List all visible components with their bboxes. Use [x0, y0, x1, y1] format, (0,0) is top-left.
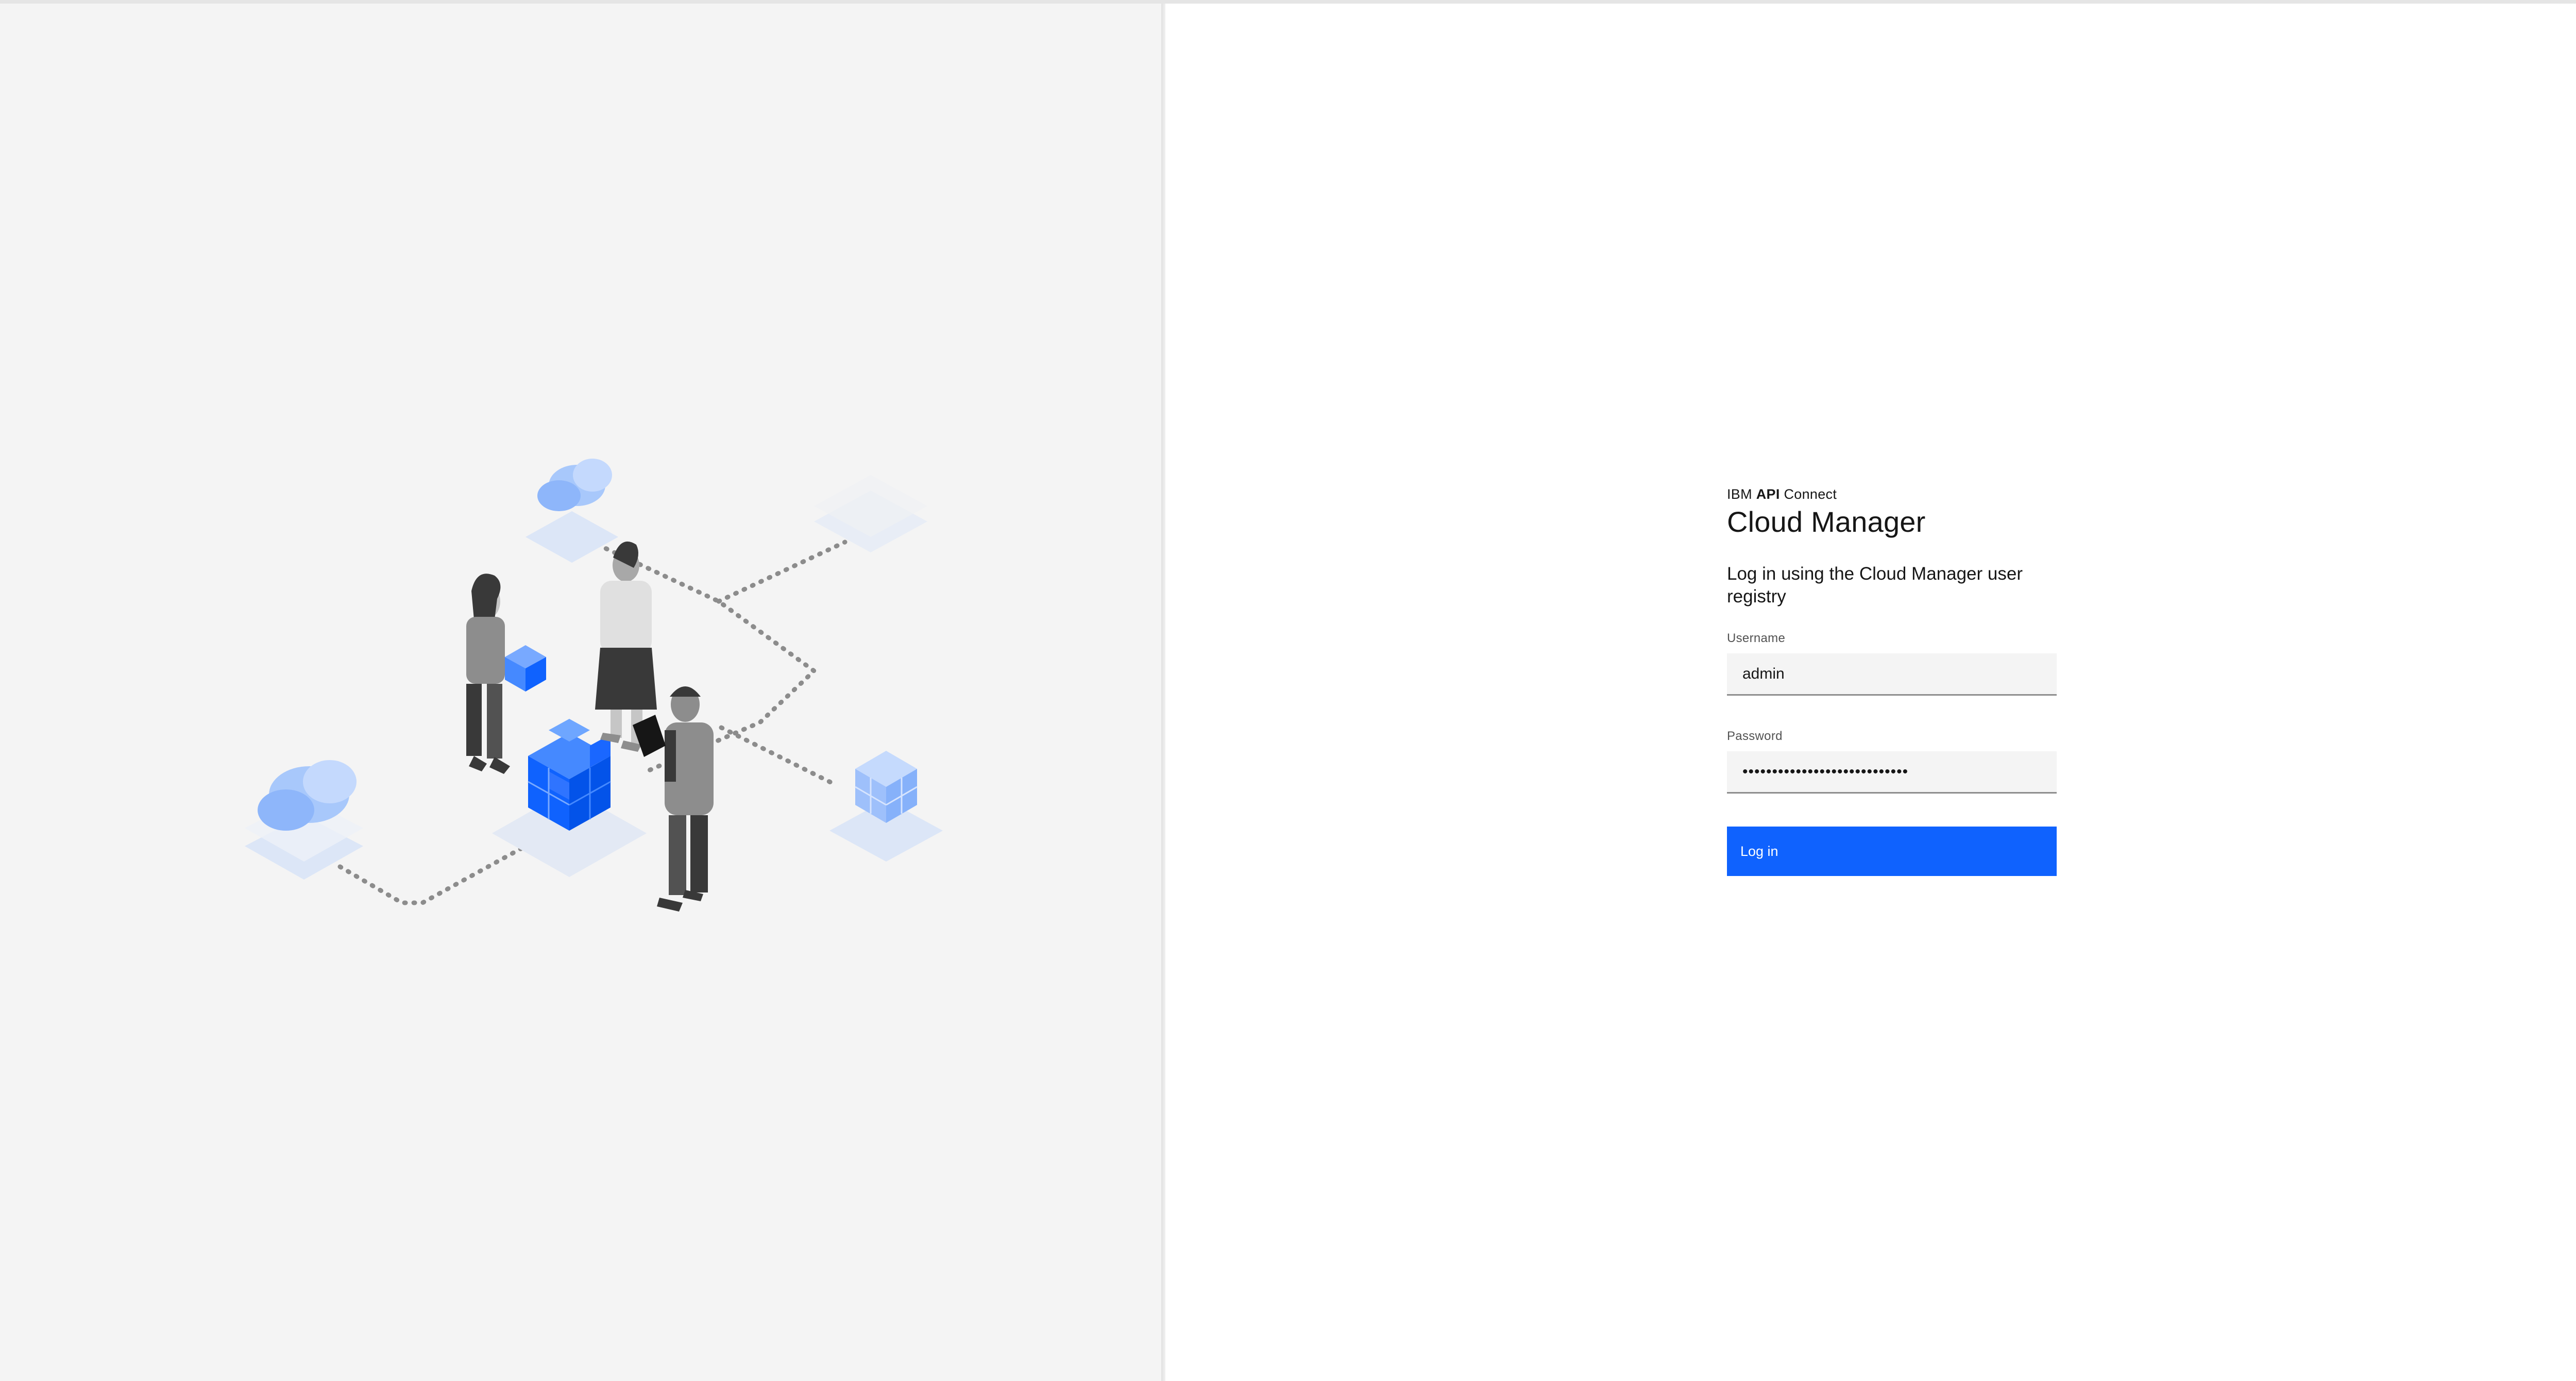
- team-collaboration-illustration: [245, 459, 943, 912]
- login-form: IBM API Connect Cloud Manager Log in usi…: [1727, 485, 2057, 876]
- cloud-icon: [245, 760, 363, 880]
- illustration-panel: [0, 4, 1161, 1381]
- pane-divider: [1161, 4, 1165, 1381]
- brand-prefix: IBM: [1727, 486, 1752, 502]
- username-label: Username: [1727, 631, 1786, 645]
- person-icon: [466, 574, 546, 774]
- login-button[interactable]: Log in: [1727, 827, 2057, 876]
- password-input[interactable]: [1727, 751, 2057, 794]
- login-page: IBM API Connect Cloud Manager Log in usi…: [0, 0, 2576, 1381]
- login-instructions: Log in using the Cloud Manager user regi…: [1727, 564, 2023, 607]
- ghost-platform: [814, 475, 927, 552]
- top-border: [0, 0, 2576, 4]
- person-icon: [657, 686, 714, 912]
- username-input[interactable]: [1727, 653, 2057, 696]
- password-label: Password: [1727, 729, 1783, 743]
- product-brand: IBM API Connect: [1727, 485, 2057, 503]
- cube-stack-icon: [829, 751, 943, 862]
- brand-suffix: Connect: [1784, 486, 1837, 502]
- brand-emphasis: API: [1756, 486, 1780, 502]
- page-title: Cloud Manager: [1727, 506, 1926, 538]
